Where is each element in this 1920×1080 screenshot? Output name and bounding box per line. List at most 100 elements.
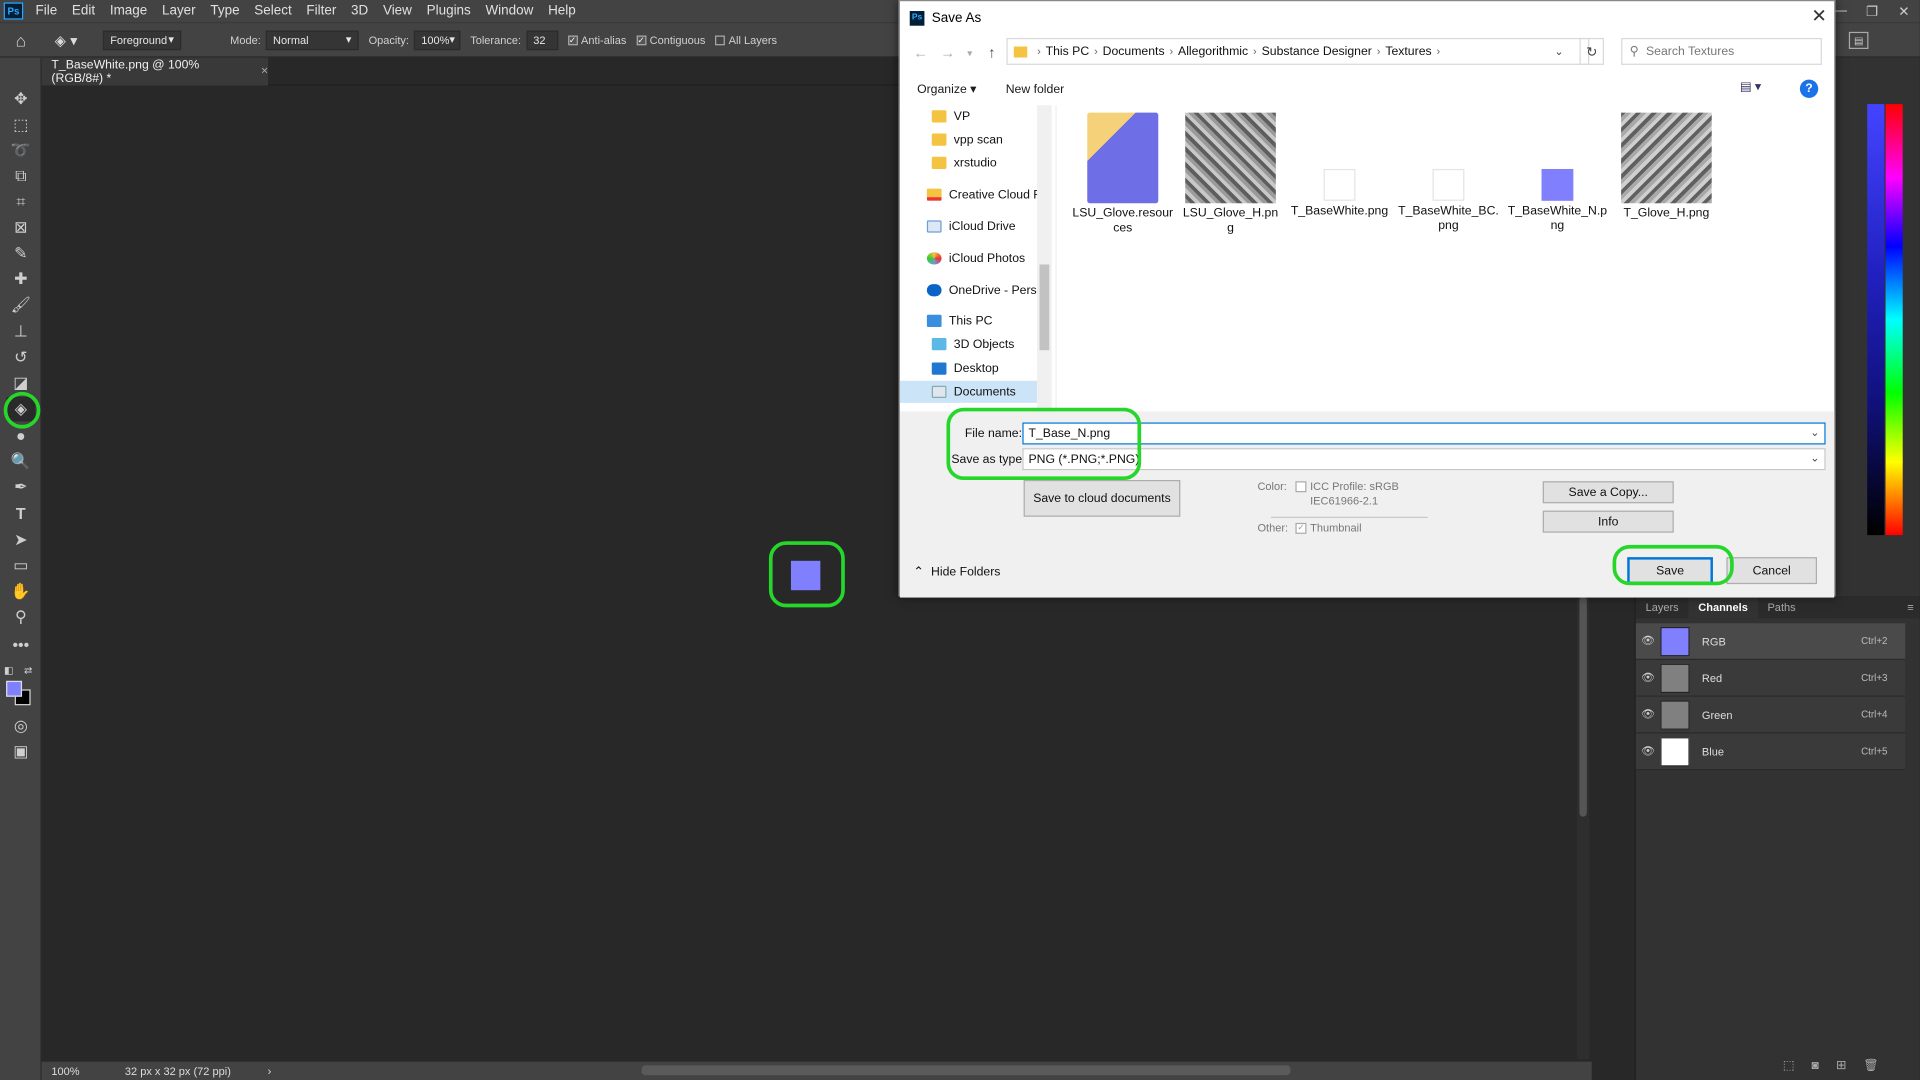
opacity-input[interactable]: 100% ▾: [413, 30, 461, 50]
address-bar[interactable]: › This PC › Documents › Allegorithmic › Sub…: [1006, 37, 1590, 65]
save-to-cloud-button[interactable]: Save to cloud documents: [1023, 480, 1181, 517]
home-icon[interactable]: ⌂: [0, 30, 42, 50]
breadcrumb-textures[interactable]: Textures: [1385, 45, 1431, 58]
fill-source-select[interactable]: Foreground ▾: [102, 30, 182, 50]
eyedropper-tool-icon[interactable]: ✎: [6, 241, 35, 265]
save-selection-icon[interactable]: ◙: [1811, 1059, 1818, 1072]
breadcrumb-allegorithmic[interactable]: Allegorithmic: [1178, 45, 1248, 58]
nav-item-3d-objects[interactable]: 3D Objects: [931, 333, 1014, 355]
channel-row-rgb[interactable]: 👁 RGB Ctrl+2: [1635, 623, 1906, 661]
chevron-down-icon[interactable]: ⌄: [1810, 426, 1819, 439]
horizontal-scrollbar[interactable]: [641, 1065, 1291, 1076]
close-window-icon[interactable]: ✕: [1888, 0, 1920, 22]
nav-item-creative-cloud[interactable]: Creative Cloud Fil: [926, 184, 1046, 206]
icc-profile-option[interactable]: ICC Profile: sRGB: [1295, 480, 1399, 493]
hide-folders-toggle[interactable]: ⌃ Hide Folders: [913, 566, 1000, 579]
refresh-icon[interactable]: ↻: [1579, 37, 1604, 65]
color-field[interactable]: [1867, 104, 1885, 536]
nav-item-icloud-photos[interactable]: iCloud Photos: [926, 247, 1025, 269]
menu-type[interactable]: Type: [203, 0, 247, 22]
breadcrumb-documents[interactable]: Documents: [1103, 45, 1165, 58]
channel-row-green[interactable]: 👁 Green Ctrl+4: [1635, 696, 1906, 734]
menu-edit[interactable]: Edit: [65, 0, 103, 22]
view-options-icon[interactable]: ▤ ▾: [1740, 81, 1761, 94]
visibility-eye-icon[interactable]: 👁: [1636, 744, 1660, 757]
paint-bucket-preset-icon[interactable]: ◈ ▾: [42, 31, 91, 48]
menu-select[interactable]: Select: [247, 0, 299, 22]
navigation-scrollbar[interactable]: [1037, 105, 1052, 412]
vertical-scrollbar[interactable]: [1577, 596, 1590, 1060]
save-a-copy-button[interactable]: Save a Copy...: [1542, 481, 1674, 504]
breadcrumb-substance-designer[interactable]: Substance Designer: [1262, 45, 1372, 58]
search-input[interactable]: ⚲ Search Textures: [1621, 37, 1822, 65]
menu-window[interactable]: Window: [478, 0, 541, 22]
file-item[interactable]: T_BaseWhite_BC. png: [1397, 113, 1500, 234]
more-tools-icon[interactable]: •••: [6, 632, 35, 656]
hand-tool-icon[interactable]: ✋: [6, 579, 35, 603]
back-arrow-icon[interactable]: ←: [907, 44, 934, 61]
rectangle-tool-icon[interactable]: ▭: [6, 553, 35, 577]
screen-mode-icon[interactable]: ▣: [6, 740, 35, 764]
pen-tool-icon[interactable]: ✒: [6, 475, 35, 499]
menu-filter[interactable]: Filter: [299, 0, 344, 22]
nav-item-icloud-drive[interactable]: iCloud Drive: [926, 216, 1016, 238]
help-icon[interactable]: ?: [1799, 79, 1819, 98]
channel-row-red[interactable]: 👁 Red Ctrl+3: [1635, 660, 1906, 697]
visibility-eye-icon[interactable]: 👁: [1636, 708, 1660, 721]
dodge-tool-icon[interactable]: 🔍: [6, 449, 35, 473]
menu-view[interactable]: View: [376, 0, 420, 22]
close-tab-icon[interactable]: ×: [261, 65, 268, 78]
panel-collapsed-icon[interactable]: ▤: [1848, 31, 1869, 49]
nav-item-vpp-scan[interactable]: vpp scan: [931, 129, 1003, 151]
photoshop-logo-icon[interactable]: Ps: [3, 2, 24, 20]
chevron-right-icon[interactable]: ›: [268, 1065, 272, 1077]
tab-paths[interactable]: Paths: [1758, 596, 1806, 618]
organize-button[interactable]: Organize ▾: [917, 83, 976, 96]
default-colors-icon[interactable]: ◧: [0, 658, 17, 682]
nav-item-documents[interactable]: Documents: [899, 380, 1038, 403]
foreground-color-swatch[interactable]: [6, 680, 23, 697]
frame-tool-icon[interactable]: ⊠: [6, 216, 35, 240]
forward-arrow-icon[interactable]: →: [934, 44, 961, 61]
nav-item-xrstudio[interactable]: xrstudio: [931, 152, 997, 174]
marquee-tool-icon[interactable]: ⬚: [6, 113, 35, 137]
channel-row-blue[interactable]: 👁 Blue Ctrl+5: [1635, 733, 1906, 771]
file-item[interactable]: T_BaseWhite.png: [1288, 113, 1391, 220]
crop-tool-icon[interactable]: ⌗: [6, 190, 35, 214]
type-tool-icon[interactable]: T: [6, 501, 35, 525]
brush-tool-icon[interactable]: 🖌: [6, 293, 35, 317]
file-item[interactable]: T_Glove_H.png: [1615, 112, 1718, 222]
file-name-input[interactable]: T_Base_N.png ⌄: [1022, 422, 1826, 445]
restore-icon[interactable]: ❐: [1856, 0, 1888, 22]
file-item[interactable]: LSU_Glove_H.pn g: [1179, 112, 1282, 237]
nav-item-onedrive[interactable]: OneDrive - Persor: [926, 279, 1048, 301]
menu-layer[interactable]: Layer: [155, 0, 203, 22]
panel-menu-icon[interactable]: ≡: [1907, 596, 1913, 618]
nav-item-desktop[interactable]: Desktop: [931, 358, 999, 380]
all-layers-checkbox[interactable]: All Layers: [715, 34, 777, 46]
tab-channels[interactable]: Channels: [1688, 596, 1758, 619]
new-channel-icon[interactable]: ⊞: [1836, 1059, 1846, 1072]
contiguous-checkbox[interactable]: ✓ Contiguous: [636, 34, 705, 46]
history-brush-tool-icon[interactable]: ↺: [6, 345, 35, 369]
tab-layers[interactable]: Layers: [1636, 596, 1689, 618]
menu-image[interactable]: Image: [102, 0, 154, 22]
info-button[interactable]: Info: [1542, 510, 1674, 533]
file-item[interactable]: LSU_Glove.resour ces: [1071, 112, 1174, 237]
document-tab[interactable]: T_BaseWhite.png @ 100% (RGB/8#) * ×: [41, 57, 268, 86]
swap-colors-icon[interactable]: ⇄: [20, 658, 37, 682]
scrollbar-thumb[interactable]: [1579, 596, 1587, 817]
up-arrow-icon[interactable]: ↑: [978, 44, 1005, 61]
file-item[interactable]: T_BaseWhite_N.p ng: [1506, 113, 1609, 234]
load-selection-icon[interactable]: ⬚: [1783, 1059, 1795, 1072]
tolerance-input[interactable]: 32: [525, 30, 558, 50]
lasso-tool-icon[interactable]: ➰: [6, 138, 35, 162]
dialog-close-icon[interactable]: ✕: [1811, 5, 1826, 27]
zoom-level[interactable]: 100%: [51, 1065, 124, 1077]
healing-brush-tool-icon[interactable]: ✚: [6, 267, 35, 291]
cancel-button[interactable]: Cancel: [1726, 557, 1818, 585]
new-folder-button[interactable]: New folder: [1006, 83, 1065, 96]
path-select-tool-icon[interactable]: ➤: [6, 528, 35, 552]
scrollbar-thumb[interactable]: [1039, 264, 1050, 351]
nav-item-vp[interactable]: VP: [931, 105, 970, 127]
